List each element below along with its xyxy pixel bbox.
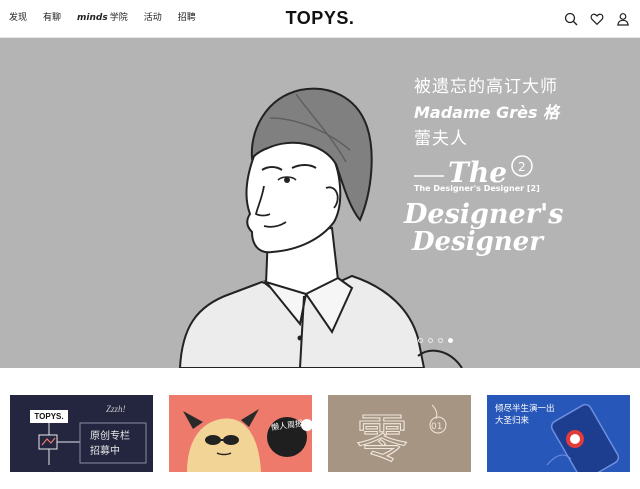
carousel-dots bbox=[418, 338, 453, 343]
artwork-subtitle: The Designer's Designer [2] bbox=[414, 184, 540, 193]
card-lazy-weekly[interactable]: 懒人周报 bbox=[169, 395, 312, 472]
card-character-art bbox=[183, 409, 312, 472]
hero-banner[interactable]: The 2 The Designer's Designer [2] Design… bbox=[0, 38, 640, 368]
artwork-designer: Designer bbox=[411, 227, 545, 257]
carousel-dot[interactable] bbox=[418, 338, 423, 343]
search-icon[interactable] bbox=[564, 11, 578, 26]
artwork-badge: 2 bbox=[518, 160, 526, 174]
hero-title[interactable]: 被遗忘的高订大师 Madame Grès 格 蕾夫人 bbox=[414, 74, 594, 152]
hero-title-line1: 被遗忘的高订大师 bbox=[414, 77, 558, 97]
card-title-line1: 原创专栏 bbox=[90, 431, 130, 442]
card-zero-art: 零 01 bbox=[355, 404, 447, 471]
card-title-line2: 招募中 bbox=[90, 446, 120, 457]
card-diagram-art bbox=[38, 422, 147, 465]
card-zero-char: 零 bbox=[356, 410, 408, 470]
carousel-dot-active[interactable] bbox=[448, 338, 453, 343]
site-logo[interactable]: TOPYS. bbox=[0, 8, 640, 29]
carousel-dot[interactable] bbox=[428, 338, 433, 343]
card-zero-number: 01 bbox=[431, 422, 442, 432]
header-actions bbox=[564, 11, 630, 26]
hero-title-line2: Madame Grès 格 bbox=[414, 103, 560, 122]
carousel-dot[interactable] bbox=[438, 338, 443, 343]
heart-icon[interactable] bbox=[590, 11, 604, 26]
card-monkey-king[interactable]: 倾尽半生演一出 大圣归来 bbox=[487, 395, 630, 472]
hero-title-line3: 蕾夫人 bbox=[414, 129, 468, 149]
card-zero[interactable]: 零 01 bbox=[328, 395, 471, 472]
user-icon[interactable] bbox=[616, 11, 630, 26]
featured-cards: TOPYS. Zzzh! 原创专栏 招募中 懒人周报 零 01 倾尽半生演一出 … bbox=[10, 395, 630, 472]
site-header: 发现 有聊 minds 学院 活动 招聘 TOPYS. bbox=[0, 0, 640, 38]
artwork-designers: Designer's bbox=[403, 199, 563, 230]
card-phone-art bbox=[546, 403, 620, 472]
card-column-recruit[interactable]: TOPYS. Zzzh! 原创专栏 招募中 bbox=[10, 395, 153, 472]
